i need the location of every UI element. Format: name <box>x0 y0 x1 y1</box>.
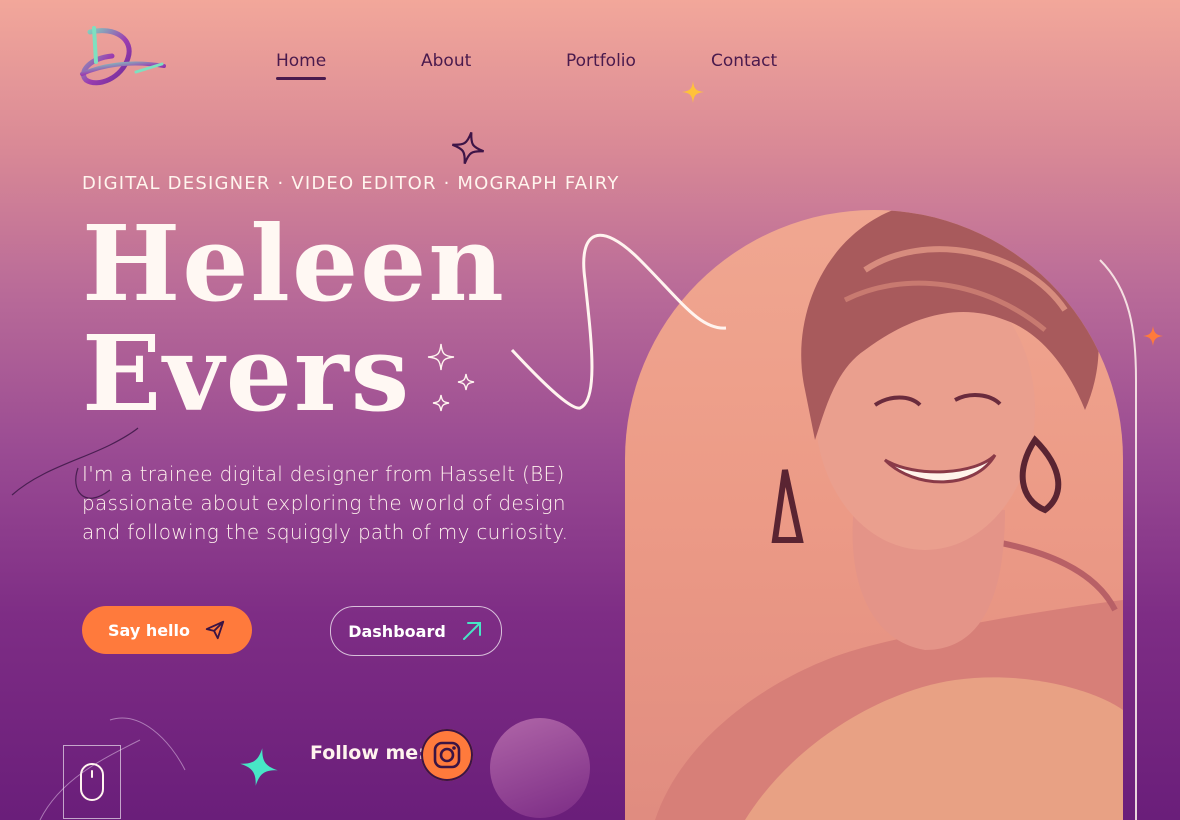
intro-line-3: and following the squiggly path of my cu… <box>82 520 569 544</box>
intro-line-2: passionate about exploring the world of … <box>82 491 566 515</box>
instagram-button[interactable] <box>421 729 473 781</box>
hero-tagline: DIGITAL DESIGNER · VIDEO EDITOR · MOGRAP… <box>82 173 620 194</box>
send-icon <box>205 620 225 640</box>
star-orange-icon <box>1143 326 1163 346</box>
say-hello-label: Say hello <box>107 620 191 640</box>
hero-intro: I'm a trainee digital designer from Hass… <box>82 460 602 547</box>
say-hello-button[interactable]: Say hello <box>82 606 252 654</box>
arrow-up-right-icon <box>462 622 481 640</box>
hero-name-first: Heleen <box>82 202 506 325</box>
follow-label: Follow me: <box>310 742 426 764</box>
decorative-circle <box>490 718 590 818</box>
intro-line-1: I'm a trainee digital designer from Hass… <box>82 462 565 486</box>
dashboard-label: Dashboard <box>348 621 446 641</box>
star-teal-icon <box>240 748 278 786</box>
instagram-icon <box>433 741 461 769</box>
hero-name-last: Evers <box>82 312 412 435</box>
dashboard-button[interactable]: Dashboard <box>330 606 502 656</box>
scroll-indicator[interactable] <box>63 745 121 819</box>
sparkle-cluster-icon <box>427 343 475 412</box>
star-yellow-icon <box>682 81 704 103</box>
star-outline-icon <box>451 131 485 165</box>
mouse-icon <box>80 763 104 801</box>
